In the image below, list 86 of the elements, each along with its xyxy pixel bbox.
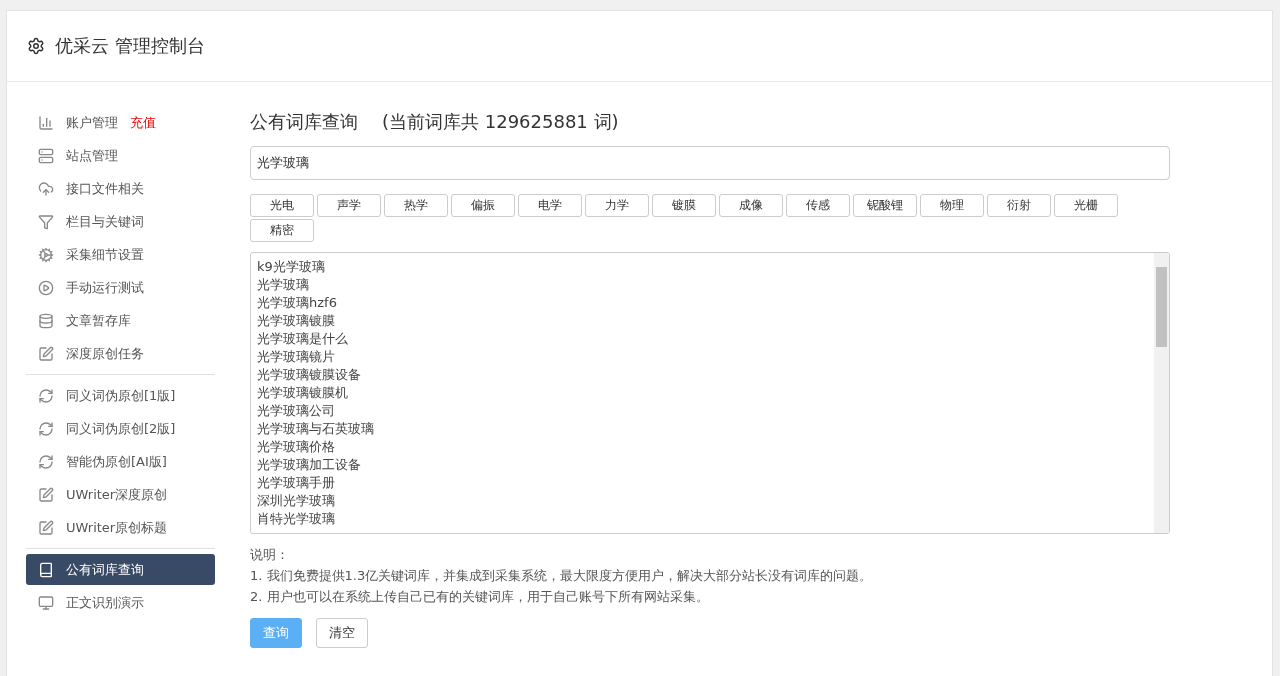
tag-button[interactable]: 偏振 <box>451 194 515 217</box>
keyword-item: 光学玻璃hzf6 <box>257 294 338 312</box>
sidebar-label: 栏目与关键词 <box>66 212 144 231</box>
sidebar-item[interactable]: 文章暂存库 <box>26 305 215 336</box>
sidebar-label: 采集细节设置 <box>66 245 144 264</box>
keyword-item: k9光学玻璃 <box>257 258 326 276</box>
keyword-item: 肖特光学玻璃 <box>257 510 336 528</box>
keyword-item: 光学玻璃是什么 <box>257 330 349 348</box>
results-list[interactable]: k9光学玻璃 光学玻璃 光学玻璃hzf6 光学玻璃镀膜 光学玻璃是什么 光学玻璃镜片 光学玻璃镀膜设备 光学玻璃镀膜机 光学玻璃公司 光学玻璃与石英玻璃 光学玻璃价格 光学玻璃加工设备 光学玻璃手册 深圳光学玻璃 肖特光学玻璃 <box>250 252 1170 534</box>
tag-button[interactable]: 成像 <box>719 194 783 217</box>
keyword-item: 光学玻璃价格 <box>257 438 336 456</box>
sidebar-label: 同义词伪原创[2版] <box>66 419 176 438</box>
tag-button[interactable]: 力学 <box>585 194 649 217</box>
edit-icon <box>38 486 54 503</box>
bar-chart-icon <box>38 114 54 131</box>
sidebar-item[interactable]: 智能伪原创[AI版] <box>26 446 215 477</box>
refresh-icon <box>38 420 54 437</box>
settings-icon <box>27 37 45 55</box>
sidebar-label: 同义词伪原创[1版] <box>66 386 176 405</box>
sidebar-item[interactable]: 栏目与关键词 <box>26 206 215 237</box>
tag-button[interactable]: 光栅 <box>1054 194 1118 217</box>
page-title: 公有词库查询 <box>250 110 358 134</box>
sidebar-label: UWriter深度原创 <box>66 485 168 504</box>
word-count: (当前词库共 129625881 词) <box>382 110 619 134</box>
refresh-icon <box>38 387 54 404</box>
keyword-item: 深圳光学玻璃 <box>257 492 336 510</box>
server-icon <box>38 147 54 164</box>
console-title: 优采云 管理控制台 <box>55 34 205 58</box>
sidebar-item[interactable]: 同义词伪原创[2版] <box>26 413 215 444</box>
tag-button[interactable]: 精密 <box>250 219 314 242</box>
tag-button[interactable]: 传感 <box>786 194 850 217</box>
tag-button[interactable]: 声学 <box>317 194 381 217</box>
recharge-link[interactable]: 充值 <box>130 113 156 132</box>
tag-button[interactable]: 电学 <box>518 194 582 217</box>
scrollbar[interactable] <box>1154 253 1169 533</box>
sidebar-item[interactable]: 公有词库查询 <box>26 554 215 585</box>
keyword-item: 光学玻璃手册 <box>257 474 336 492</box>
keyword-item: 光学玻璃镀膜设备 <box>257 366 362 384</box>
edit-icon <box>38 519 54 536</box>
monitor-icon <box>38 594 54 611</box>
sidebar-item[interactable]: 深度原创任务 <box>26 338 215 369</box>
sidebar-label: 公有词库查询 <box>66 560 144 579</box>
note-text: 1. 我们免费提供1.3亿关键词库，并集成到采集系统，最大限度方便用户，解决大部分站长没有词库的问题。 <box>250 567 874 585</box>
refresh-icon <box>38 453 54 470</box>
sidebar-item[interactable]: 正文识别演示 <box>26 587 215 618</box>
note-text: 2. 用户也可以在系统上传自己已有的关键词库，用于自己账号下所有网站采集。 <box>250 588 710 606</box>
sidebar-item[interactable]: 账户管理 充值 <box>26 107 215 138</box>
edit-icon <box>38 345 54 362</box>
sidebar-item[interactable]: 手动运行测试 <box>26 272 215 303</box>
sidebar-item[interactable]: 站点管理 <box>26 140 215 171</box>
search-field[interactable]: 光学玻璃 <box>250 146 1170 180</box>
keyword-item: 光学玻璃镀膜机 <box>257 384 349 402</box>
sidebar-label: 正文识别演示 <box>66 593 144 612</box>
keyword-item: 光学玻璃镀膜 <box>257 312 336 330</box>
tag-button[interactable]: 光电 <box>250 194 314 217</box>
tag-button[interactable]: 物理 <box>920 194 984 217</box>
keyword-item: 光学玻璃与石英玻璃 <box>257 420 375 438</box>
sidebar-item[interactable]: 同义词伪原创[1版] <box>26 380 215 411</box>
keyword-item: 光学玻璃公司 <box>257 402 336 420</box>
tag-button[interactable]: 热学 <box>384 194 448 217</box>
play-icon <box>38 279 54 296</box>
tag-button[interactable]: 镀膜 <box>652 194 716 217</box>
keyword-item: 光学玻璃镜片 <box>257 348 336 366</box>
sidebar-item[interactable]: UWriter原创标题 <box>26 512 215 543</box>
clear-button[interactable]: 清空 <box>316 618 368 648</box>
keyword-item: 光学玻璃加工设备 <box>257 456 362 474</box>
sidebar-label: 智能伪原创[AI版] <box>66 452 167 471</box>
sidebar-label: 手动运行测试 <box>66 278 144 297</box>
cloud-upload-icon <box>38 180 54 197</box>
tag-button[interactable]: 铌酸锂 <box>853 194 917 217</box>
sidebar-item[interactable]: UWriter深度原创 <box>26 479 215 510</box>
sidebar-item[interactable]: 接口文件相关 <box>26 173 215 204</box>
database-icon <box>38 312 54 329</box>
sidebar-label: 站点管理 <box>66 146 118 165</box>
keyword-item: 光学玻璃 <box>257 276 310 294</box>
sidebar-item[interactable]: 采集细节设置 <box>26 239 215 270</box>
sidebar-label: 接口文件相关 <box>66 179 144 198</box>
gears-icon <box>38 246 54 263</box>
sidebar-label: UWriter原创标题 <box>66 518 168 537</box>
tag-button[interactable]: 衍射 <box>987 194 1051 217</box>
sidebar-label: 文章暂存库 <box>66 311 131 330</box>
notes-title: 说明： <box>250 546 290 564</box>
sidebar-label: 深度原创任务 <box>66 344 144 363</box>
filter-icon <box>38 213 54 230</box>
sidebar-label: 账户管理 <box>66 113 118 132</box>
book-icon <box>38 561 54 578</box>
